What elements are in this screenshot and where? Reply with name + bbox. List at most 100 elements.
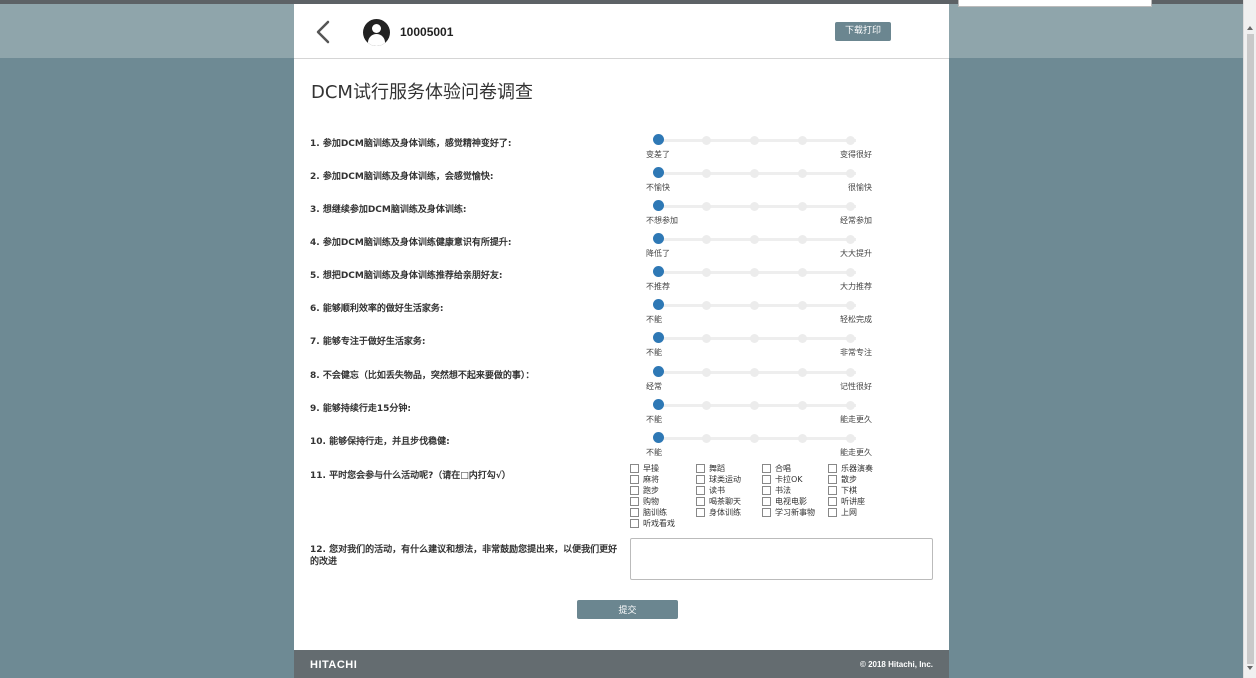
slider-knob[interactable] (653, 233, 664, 244)
activity-option[interactable]: 学习新事物 (762, 507, 815, 518)
slider-tick-4[interactable] (798, 202, 807, 211)
slider-tick-5[interactable] (846, 202, 855, 211)
slider-knob[interactable] (653, 167, 664, 178)
slider-tick-5[interactable] (846, 235, 855, 244)
slider-tick-3[interactable] (750, 334, 759, 343)
slider-tick-5[interactable] (846, 368, 855, 377)
activity-option[interactable]: 下棋 (828, 485, 857, 496)
slider-tick-5[interactable] (846, 434, 855, 443)
slider-tick-4[interactable] (798, 268, 807, 277)
slider-tick-3[interactable] (750, 368, 759, 377)
activity-option[interactable]: 脑训练 (630, 507, 667, 518)
question-5-slider[interactable]: 不推荐 大力推荐 (642, 266, 872, 296)
slider-knob[interactable] (653, 134, 664, 145)
slider-tick-3[interactable] (750, 434, 759, 443)
back-arrow-icon[interactable] (314, 20, 336, 44)
page-scrollbar[interactable] (1243, 0, 1256, 678)
activity-option[interactable]: 身体训练 (696, 507, 741, 518)
slider-knob[interactable] (653, 266, 664, 277)
checkbox[interactable] (696, 464, 705, 473)
activity-option[interactable]: 喝茶聊天 (696, 496, 741, 507)
question-4-slider[interactable]: 降低了 大大提升 (642, 233, 872, 263)
slider-tick-3[interactable] (750, 268, 759, 277)
slider-tick-2[interactable] (702, 136, 711, 145)
activity-option[interactable]: 跑步 (630, 485, 659, 496)
checkbox[interactable] (828, 508, 837, 517)
slider-tick-3[interactable] (750, 301, 759, 310)
checkbox[interactable] (762, 486, 771, 495)
scrollbar-thumb[interactable] (1247, 34, 1254, 664)
activity-option[interactable]: 购物 (630, 496, 659, 507)
activity-option[interactable]: 散步 (828, 474, 857, 485)
checkbox[interactable] (630, 497, 639, 506)
scroll-down-arrow-icon[interactable] (1247, 666, 1253, 670)
activity-option[interactable]: 听戏看戏 (630, 518, 675, 529)
activity-option[interactable]: 卡拉OK (762, 474, 803, 485)
question-1-slider[interactable]: 变差了 变得很好 (642, 134, 872, 164)
question-3-slider[interactable]: 不想参加 经常参加 (642, 200, 872, 230)
slider-knob[interactable] (653, 399, 664, 410)
checkbox[interactable] (762, 508, 771, 517)
activity-option[interactable]: 电视电影 (762, 496, 807, 507)
slider-knob[interactable] (653, 299, 664, 310)
checkbox[interactable] (630, 519, 639, 528)
slider-tick-5[interactable] (846, 401, 855, 410)
checkbox[interactable] (630, 464, 639, 473)
slider-tick-3[interactable] (750, 136, 759, 145)
checkbox[interactable] (762, 475, 771, 484)
activity-option[interactable]: 读书 (696, 485, 725, 496)
checkbox[interactable] (762, 464, 771, 473)
checkbox[interactable] (630, 486, 639, 495)
feedback-textarea[interactable] (630, 538, 933, 580)
question-6-slider[interactable]: 不能 轻松完成 (642, 299, 872, 329)
slider-tick-4[interactable] (798, 301, 807, 310)
question-8-slider[interactable]: 经常 记性很好 (642, 366, 872, 396)
slider-tick-3[interactable] (750, 169, 759, 178)
question-7-slider[interactable]: 不能 非常专注 (642, 332, 872, 362)
checkbox[interactable] (630, 508, 639, 517)
activity-option[interactable]: 早操 (630, 463, 659, 474)
slider-tick-3[interactable] (750, 202, 759, 211)
activity-option[interactable]: 舞蹈 (696, 463, 725, 474)
checkbox[interactable] (696, 508, 705, 517)
checkbox[interactable] (828, 464, 837, 473)
slider-tick-4[interactable] (798, 334, 807, 343)
slider-tick-3[interactable] (750, 401, 759, 410)
slider-tick-4[interactable] (798, 434, 807, 443)
activity-option[interactable]: 上网 (828, 507, 857, 518)
question-9-slider[interactable]: 不能 能走更久 (642, 399, 872, 429)
checkbox[interactable] (762, 497, 771, 506)
slider-knob[interactable] (653, 200, 664, 211)
slider-tick-4[interactable] (798, 169, 807, 178)
scroll-up-arrow-icon[interactable] (1247, 26, 1253, 30)
download-print-button[interactable]: 下载打印 (835, 22, 891, 41)
activity-option[interactable]: 球类运动 (696, 474, 741, 485)
slider-tick-2[interactable] (702, 169, 711, 178)
slider-tick-2[interactable] (702, 334, 711, 343)
slider-tick-5[interactable] (846, 169, 855, 178)
slider-tick-2[interactable] (702, 434, 711, 443)
question-10-slider[interactable]: 不能 能走更久 (642, 432, 872, 462)
slider-tick-2[interactable] (702, 268, 711, 277)
slider-tick-3[interactable] (750, 235, 759, 244)
slider-tick-2[interactable] (702, 368, 711, 377)
checkbox[interactable] (828, 497, 837, 506)
checkbox[interactable] (696, 486, 705, 495)
activity-option[interactable]: 麻将 (630, 474, 659, 485)
slider-tick-4[interactable] (798, 401, 807, 410)
slider-tick-2[interactable] (702, 202, 711, 211)
slider-tick-4[interactable] (798, 368, 807, 377)
checkbox[interactable] (828, 475, 837, 484)
slider-tick-2[interactable] (702, 301, 711, 310)
activity-option[interactable]: 听讲座 (828, 496, 865, 507)
activity-option[interactable]: 乐器演奏 (828, 463, 873, 474)
slider-knob[interactable] (653, 432, 664, 443)
slider-tick-5[interactable] (846, 334, 855, 343)
checkbox[interactable] (828, 486, 837, 495)
question-2-slider[interactable]: 不愉快 很愉快 (642, 167, 872, 197)
checkbox[interactable] (696, 475, 705, 484)
activity-option[interactable]: 书法 (762, 485, 791, 496)
activity-option[interactable]: 合唱 (762, 463, 791, 474)
slider-knob[interactable] (653, 366, 664, 377)
slider-tick-2[interactable] (702, 235, 711, 244)
